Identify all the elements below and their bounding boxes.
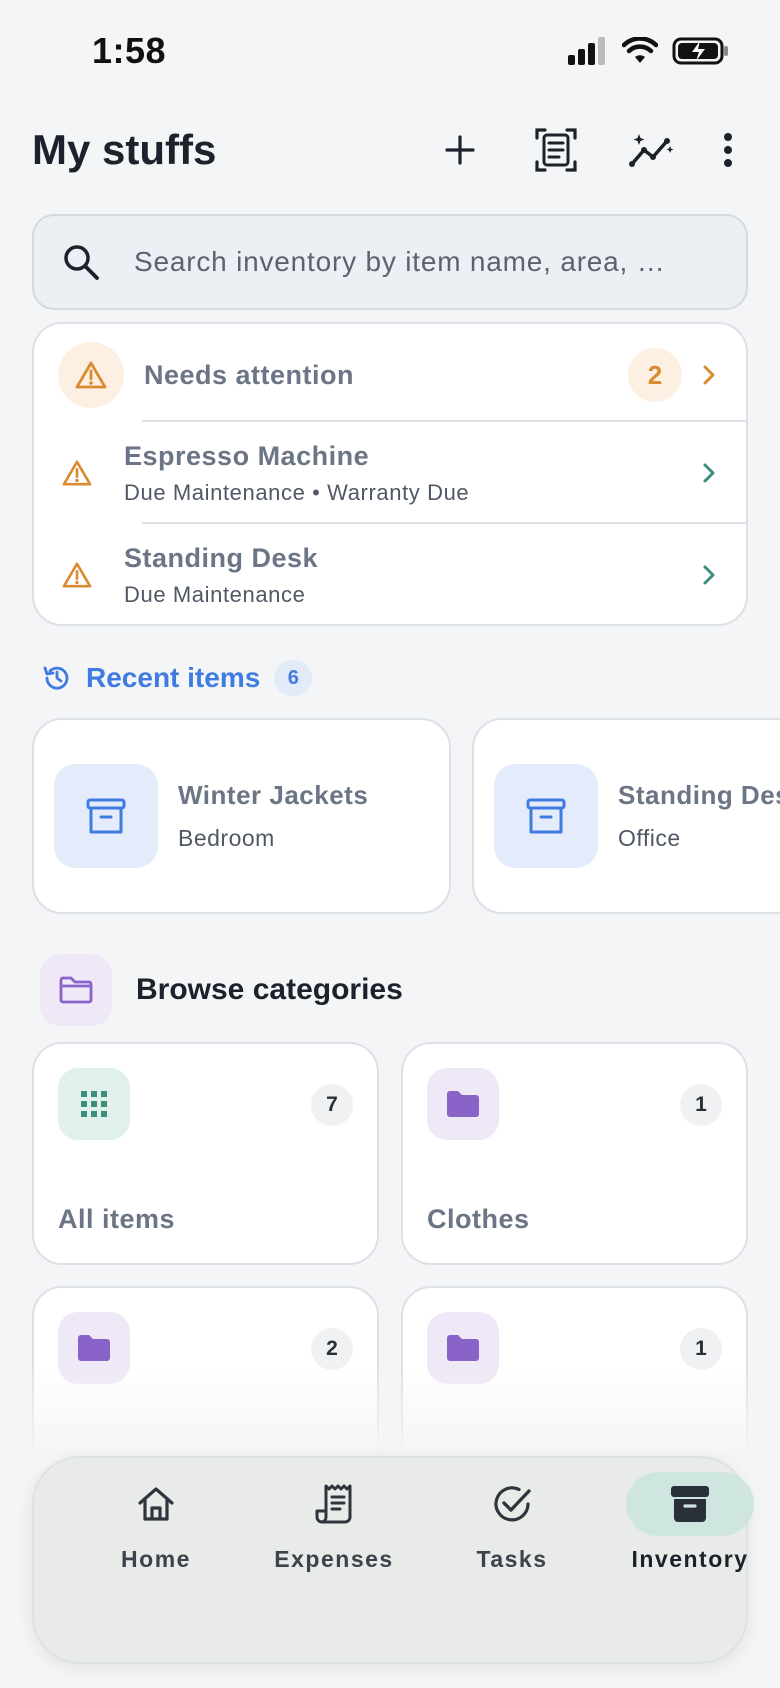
archive-box-icon xyxy=(526,798,566,834)
chevron-right-icon xyxy=(703,565,715,585)
nav-item-inventory[interactable]: Inventory xyxy=(602,1472,778,1592)
needs-attention-header[interactable]: Needs attention 2 xyxy=(58,342,716,408)
archive-box-icon-badge xyxy=(494,764,598,868)
home-icon xyxy=(138,1487,174,1521)
category-grid: 7 All items 1 Clothes 2 1 xyxy=(32,1042,748,1454)
history-icon xyxy=(43,666,69,690)
nav-item-tasks[interactable]: Tasks xyxy=(424,1472,600,1592)
needs-attention-title: Needs attention xyxy=(144,359,355,390)
recent-item-card[interactable]: Winter Jackets Bedroom xyxy=(32,718,451,914)
recent-item-area: Bedroom xyxy=(178,825,275,851)
folder-icon-badge xyxy=(40,954,112,1026)
header-actions xyxy=(412,118,748,182)
divider xyxy=(142,522,746,524)
scan-button[interactable] xyxy=(508,118,604,182)
plus-icon xyxy=(445,135,475,165)
chevron-right-icon xyxy=(703,463,715,483)
attention-item-detail: Due Maintenance xyxy=(124,581,306,607)
folder-icon-badge xyxy=(58,1312,130,1384)
page-title: My stuffs xyxy=(32,126,217,173)
recent-items-count: 6 xyxy=(274,660,313,696)
active-indicator xyxy=(626,1472,754,1536)
recent-items-title: Recent items xyxy=(86,662,261,693)
browse-categories-header: Browse categories xyxy=(40,954,403,1026)
nav-label: Tasks xyxy=(476,1546,548,1572)
search-input[interactable]: Search inventory by item name, area, … xyxy=(32,214,748,310)
attention-item-name: Standing Desk xyxy=(124,542,319,573)
more-button[interactable] xyxy=(708,118,748,182)
archive-box-icon xyxy=(671,1486,709,1522)
warning-icon xyxy=(62,460,92,486)
nav-item-home[interactable]: Home xyxy=(68,1472,244,1592)
recent-item-area: Office xyxy=(618,825,681,851)
needs-attention-card: Needs attention 2 Espresso Machine Due M… xyxy=(32,322,748,626)
category-card-clothes[interactable]: 1 Clothes xyxy=(401,1042,748,1265)
category-count: 7 xyxy=(311,1084,353,1126)
recent-items-carousel[interactable]: Winter Jackets Bedroom Standing Desk Off… xyxy=(32,718,780,914)
folder-icon xyxy=(447,1335,479,1361)
wifi-icon xyxy=(622,37,658,63)
status-icons xyxy=(568,36,730,66)
category-count: 1 xyxy=(680,1084,722,1126)
warning-icon xyxy=(75,361,107,389)
folder-icon xyxy=(59,976,93,1004)
category-name: All items xyxy=(58,1204,176,1234)
nav-label: Home xyxy=(121,1546,191,1572)
more-vertical-icon xyxy=(724,133,732,167)
category-count: 2 xyxy=(311,1328,353,1370)
add-button[interactable] xyxy=(412,118,508,182)
category-card[interactable]: 1 xyxy=(401,1286,748,1454)
header: My stuffs xyxy=(32,118,748,182)
document-scan-icon xyxy=(535,128,577,172)
attention-item[interactable]: Espresso Machine Due Maintenance • Warra… xyxy=(62,428,716,518)
nav-label: Expenses xyxy=(274,1546,394,1572)
recent-item-card[interactable]: Standing Desk Office xyxy=(472,718,780,914)
warning-icon xyxy=(62,562,92,588)
recent-items-header[interactable]: Recent items 6 xyxy=(42,658,313,698)
browse-categories-title: Browse categories xyxy=(136,973,403,1006)
category-card-all-items[interactable]: 7 All items xyxy=(32,1042,379,1265)
grid-icon xyxy=(81,1091,107,1117)
folder-icon xyxy=(447,1091,479,1117)
search-icon xyxy=(64,245,99,280)
folder-icon-badge xyxy=(427,1068,499,1140)
divider xyxy=(142,420,746,422)
archive-box-icon xyxy=(86,798,126,834)
archive-box-icon-badge xyxy=(54,764,158,868)
attention-item[interactable]: Standing Desk Due Maintenance xyxy=(62,530,716,620)
chevron-right-icon xyxy=(703,365,715,385)
category-count: 1 xyxy=(680,1328,722,1370)
nav-label: Inventory xyxy=(631,1546,749,1572)
category-name: Clothes xyxy=(427,1204,530,1234)
battery-icon xyxy=(672,37,728,65)
signal-icon xyxy=(568,37,605,65)
status-bar: 1:58 xyxy=(0,0,780,100)
bottom-nav: Home Expenses Tasks Inventory xyxy=(32,1456,754,1664)
attention-item-name: Espresso Machine xyxy=(124,440,370,471)
attention-item-detail: Due Maintenance • Warranty Due xyxy=(124,479,470,505)
sparkle-chart-icon xyxy=(629,134,674,167)
recent-item-name: Winter Jackets xyxy=(178,780,369,810)
warning-icon-badge xyxy=(58,342,124,408)
status-time: 1:58 xyxy=(92,30,167,71)
needs-attention-count: 2 xyxy=(628,348,682,402)
folder-icon xyxy=(78,1335,110,1361)
check-circle-icon xyxy=(494,1486,531,1522)
folder-icon-badge xyxy=(427,1312,499,1384)
grid-icon-badge xyxy=(58,1068,130,1140)
search-placeholder: Search inventory by item name, area, … xyxy=(134,246,666,277)
recent-item-name: Standing Desk xyxy=(618,780,780,810)
category-card[interactable]: 2 xyxy=(32,1286,379,1454)
insights-button[interactable] xyxy=(604,118,700,182)
receipt-icon xyxy=(315,1484,352,1524)
nav-item-expenses[interactable]: Expenses xyxy=(246,1472,422,1592)
